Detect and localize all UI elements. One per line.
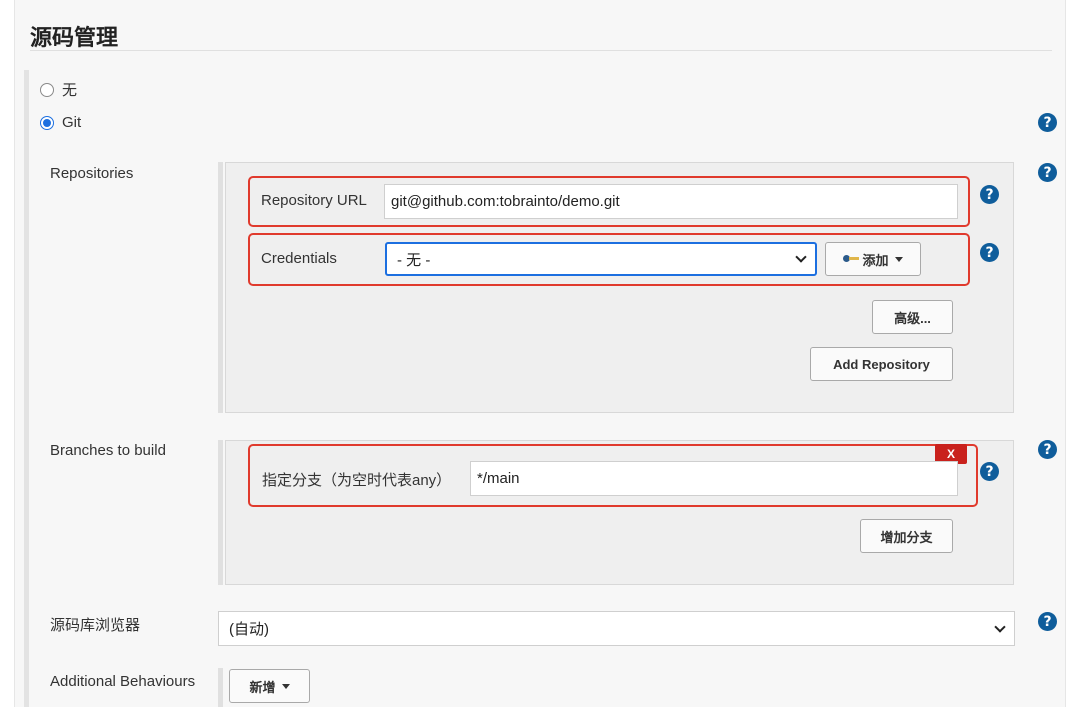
add-behaviour-label: 新增 xyxy=(249,679,276,695)
branch-specifier-input[interactable]: */main xyxy=(470,461,958,496)
branches-label: Branches to build xyxy=(50,442,166,459)
repositories-gutter xyxy=(218,162,223,413)
help-icon[interactable]: ? xyxy=(980,243,999,262)
repository-url-input[interactable]: git@github.com:tobrainto/demo.git xyxy=(384,184,958,219)
add-behaviour-button[interactable]: 新增 xyxy=(229,669,310,703)
repository-url-label: Repository URL xyxy=(261,192,367,209)
credentials-select[interactable]: - 无 - xyxy=(385,242,817,276)
repository-browser-select[interactable]: (自动) xyxy=(218,611,1015,646)
help-icon[interactable]: ? xyxy=(1038,163,1057,182)
help-icon[interactable]: ? xyxy=(1038,612,1057,631)
repository-browser-value: (自动) xyxy=(229,621,269,638)
chevron-down-icon xyxy=(994,620,1006,633)
credentials-value: - 无 - xyxy=(397,251,431,269)
help-icon[interactable]: ? xyxy=(1038,113,1057,132)
add-repository-button[interactable]: Add Repository xyxy=(810,347,953,381)
help-icon[interactable]: ? xyxy=(980,185,999,204)
add-branch-button[interactable]: 增加分支 xyxy=(860,519,953,553)
add-credentials-button[interactable]: 添加 xyxy=(825,242,921,276)
branch-specifier-label: 指定分支（为空时代表any） xyxy=(262,472,452,489)
chevron-down-icon xyxy=(795,251,807,263)
repository-browser-label: 源码库浏览器 xyxy=(50,617,141,634)
help-icon[interactable]: ? xyxy=(980,462,999,481)
scm-option-git[interactable]: Git xyxy=(40,114,81,131)
scm-option-none-label: 无 xyxy=(62,82,78,99)
caret-down-icon xyxy=(894,256,903,262)
branches-gutter xyxy=(218,440,223,585)
scm-option-git-label: Git xyxy=(62,114,82,131)
help-icon[interactable]: ? xyxy=(1038,440,1057,459)
repositories-label: Repositories xyxy=(50,165,134,182)
behaviours-gutter xyxy=(218,668,223,707)
section-left-bar xyxy=(24,70,29,707)
scm-option-none[interactable]: 无 xyxy=(40,79,77,100)
radio-none[interactable] xyxy=(40,82,54,97)
advanced-button[interactable]: 高级... xyxy=(872,300,953,334)
title-divider xyxy=(30,50,1052,51)
section-title: 源码管理 xyxy=(30,26,119,51)
add-credentials-label: 添加 xyxy=(862,252,889,268)
caret-down-icon xyxy=(281,683,290,689)
additional-behaviours-label: Additional Behaviours xyxy=(50,673,196,690)
radio-git[interactable] xyxy=(40,115,54,130)
key-icon xyxy=(843,255,860,263)
credentials-label: Credentials xyxy=(261,250,337,267)
